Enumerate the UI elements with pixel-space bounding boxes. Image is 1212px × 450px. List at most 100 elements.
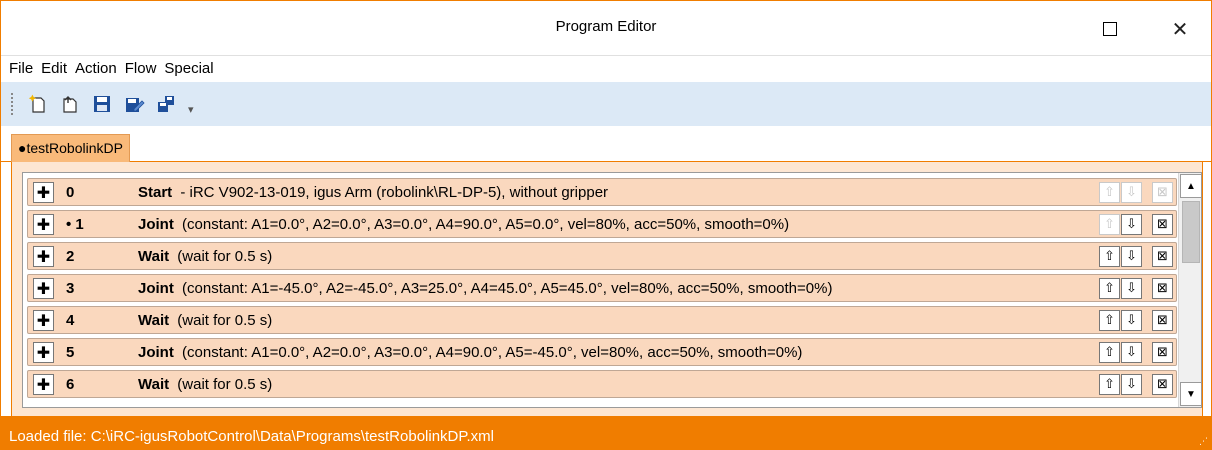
command-name: Joint [138, 280, 174, 297]
maximize-icon [1103, 22, 1117, 36]
row-number: 5 [66, 344, 75, 361]
row-command: Joint (constant: A1=0.0°, A2=0.0°, A3=0.… [138, 216, 789, 233]
menu-bar: File Edit Action Flow Special [1, 55, 1211, 81]
row-number: 0 [66, 184, 75, 201]
close-icon: ✕ [1171, 17, 1189, 41]
program-rows: ✚ 0 Start - iRC V902-13-019, igus Arm (rob… [27, 178, 1177, 402]
program-row[interactable]: ✚ • 1 Joint (constant: A1=0.0°, A2=0.0°, A… [27, 210, 1177, 238]
title-bar[interactable]: Program Editor ✕ [1, 1, 1211, 55]
save-button[interactable] [88, 90, 116, 118]
close-button[interactable]: ✕ [1157, 12, 1203, 46]
program-list: ✚ 0 Start - iRC V902-13-019, igus Arm (rob… [22, 172, 1202, 408]
status-bar: Loaded file: C:\iRC-igusRobotControl\Dat… [1, 416, 1211, 450]
program-row[interactable]: ✚ 5 Joint (constant: A1=0.0°, A2=0.0°, A3=… [27, 338, 1177, 366]
tab-testrobolinkdp[interactable]: ●testRobolinkDP [11, 134, 130, 163]
row-command: Wait (wait for 0.5 s) [138, 376, 272, 393]
row-number: • 1 [66, 216, 84, 233]
window-title: Program Editor [555, 18, 657, 35]
menu-edit[interactable]: Edit [37, 60, 71, 77]
move-up-arrow-icon[interactable]: ⇧ [1099, 214, 1120, 235]
command-name: Joint [138, 344, 174, 361]
row-command: Start - iRC V902-13-019, igus Arm (robol… [138, 184, 608, 201]
insert-plus-icon[interactable]: ✚ [33, 374, 54, 395]
menu-action[interactable]: Action [71, 60, 121, 77]
command-params: (wait for 0.5 s) [177, 376, 273, 393]
new-program-button[interactable] [24, 90, 52, 118]
save-to-robot-button[interactable] [152, 90, 180, 118]
program-row[interactable]: ✚ 3 Joint (constant: A1=-45.0°, A2=-45.0°,… [27, 274, 1177, 302]
toolbar-overflow-icon[interactable]: ▾ [188, 103, 194, 116]
open-program-icon [63, 96, 77, 113]
command-params: (constant: A1=-45.0°, A2=-45.0°, A3=25.0… [182, 280, 833, 297]
command-name: Joint [138, 216, 174, 233]
menu-file[interactable]: File [5, 60, 37, 77]
new-program-icon [28, 94, 45, 113]
row-command: Joint (constant: A1=0.0°, A2=0.0°, A3=0.… [138, 344, 802, 361]
delete-row-icon[interactable]: ⊠ [1152, 182, 1173, 203]
move-down-arrow-icon[interactable]: ⇩ [1121, 182, 1142, 203]
move-down-arrow-icon[interactable]: ⇩ [1121, 374, 1142, 395]
toolbar-grip[interactable] [11, 93, 14, 115]
move-up-arrow-icon[interactable]: ⇧ [1099, 374, 1120, 395]
save-to-robot-icon [158, 96, 174, 112]
program-editor-window: Program Editor ✕ File Edit Action Flow S… [0, 0, 1212, 450]
toolbar: ▾ [1, 82, 1211, 126]
command-params: (wait for 0.5 s) [177, 248, 273, 265]
scroll-down-icon[interactable]: ▼ [1180, 382, 1201, 406]
save-icon [94, 96, 110, 112]
move-up-arrow-icon[interactable]: ⇧ [1099, 246, 1120, 267]
insert-plus-icon[interactable]: ✚ [33, 278, 54, 299]
resize-grip-icon[interactable]: ⋰ [1199, 436, 1208, 447]
menu-special[interactable]: Special [160, 60, 217, 77]
command-params: (wait for 0.5 s) [177, 312, 273, 329]
move-up-arrow-icon[interactable]: ⇧ [1099, 278, 1120, 299]
row-command: Joint (constant: A1=-45.0°, A2=-45.0°, A… [138, 280, 832, 297]
row-number: 3 [66, 280, 75, 297]
row-command: Wait (wait for 0.5 s) [138, 312, 272, 329]
delete-row-icon[interactable]: ⊠ [1152, 342, 1173, 363]
move-down-arrow-icon[interactable]: ⇩ [1121, 310, 1142, 331]
command-name: Start [138, 184, 173, 201]
save-as-button[interactable] [120, 90, 148, 118]
command-params: (constant: A1=0.0°, A2=0.0°, A3=0.0°, A4… [182, 216, 790, 233]
editor-content: ✚ 0 Start - iRC V902-13-019, igus Arm (rob… [11, 162, 1203, 416]
save-as-icon [126, 98, 145, 112]
move-down-arrow-icon[interactable]: ⇩ [1121, 246, 1142, 267]
row-number: 6 [66, 376, 75, 393]
delete-row-icon[interactable]: ⊠ [1152, 246, 1173, 267]
tab-strip: ●testRobolinkDP [1, 126, 1211, 163]
row-command: Wait (wait for 0.5 s) [138, 248, 272, 265]
move-down-arrow-icon[interactable]: ⇩ [1121, 214, 1142, 235]
scroll-thumb[interactable] [1182, 201, 1200, 263]
row-number: 4 [66, 312, 75, 329]
vertical-scrollbar[interactable]: ▲ ▼ [1178, 173, 1201, 407]
insert-plus-icon[interactable]: ✚ [33, 182, 54, 203]
menu-flow[interactable]: Flow [121, 60, 161, 77]
move-up-arrow-icon[interactable]: ⇧ [1099, 342, 1120, 363]
command-params: - iRC V902-13-019, igus Arm (robolink\RL… [180, 184, 609, 201]
insert-plus-icon[interactable]: ✚ [33, 214, 54, 235]
program-row[interactable]: ✚ 2 Wait (wait for 0.5 s) ⇧ ⇩ ⊠ [27, 242, 1177, 270]
maximize-button[interactable] [1087, 12, 1133, 46]
insert-plus-icon[interactable]: ✚ [33, 310, 54, 331]
insert-plus-icon[interactable]: ✚ [33, 342, 54, 363]
command-name: Wait [138, 312, 170, 329]
insert-plus-icon[interactable]: ✚ [33, 246, 54, 267]
move-down-arrow-icon[interactable]: ⇩ [1121, 278, 1142, 299]
command-params: (constant: A1=0.0°, A2=0.0°, A3=0.0°, A4… [182, 344, 803, 361]
delete-row-icon[interactable]: ⊠ [1152, 310, 1173, 331]
delete-row-icon[interactable]: ⊠ [1152, 278, 1173, 299]
program-row[interactable]: ✚ 6 Wait (wait for 0.5 s) ⇧ ⇩ ⊠ [27, 370, 1177, 398]
move-up-arrow-icon[interactable]: ⇧ [1099, 310, 1120, 331]
move-up-arrow-icon[interactable]: ⇧ [1099, 182, 1120, 203]
scroll-up-icon[interactable]: ▲ [1180, 174, 1201, 198]
open-program-button[interactable] [56, 90, 84, 118]
program-row[interactable]: ✚ 4 Wait (wait for 0.5 s) ⇧ ⇩ ⊠ [27, 306, 1177, 334]
status-text: Loaded file: C:\iRC-igusRobotControl\Dat… [9, 428, 494, 445]
command-name: Wait [138, 248, 170, 265]
program-row[interactable]: ✚ 0 Start - iRC V902-13-019, igus Arm (rob… [27, 178, 1177, 206]
command-name: Wait [138, 376, 170, 393]
delete-row-icon[interactable]: ⊠ [1152, 374, 1173, 395]
delete-row-icon[interactable]: ⊠ [1152, 214, 1173, 235]
move-down-arrow-icon[interactable]: ⇩ [1121, 342, 1142, 363]
